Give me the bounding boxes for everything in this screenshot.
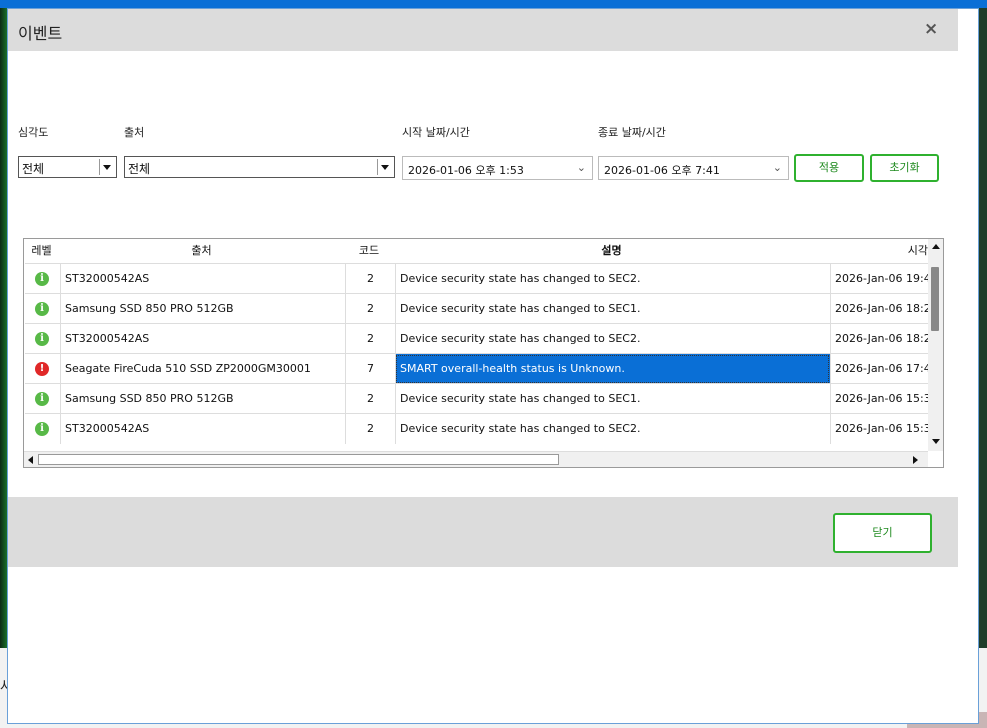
horizontal-scroll-thumb[interactable] xyxy=(38,454,559,465)
source-cell: ST32000542AS xyxy=(60,414,345,444)
code-cell: 2 xyxy=(345,264,395,294)
code-cell: 2 xyxy=(345,294,395,324)
description-cell: Device security state has changed to SEC… xyxy=(395,324,830,354)
column-header-code[interactable]: 코드 xyxy=(344,239,394,263)
dialog-footer: 닫기 xyxy=(8,497,958,567)
table-row[interactable]: i ST32000542AS 2 Device security state has … xyxy=(25,413,929,444)
time-cell: 2026-Jan-06 18:22: xyxy=(830,294,929,324)
close-icon[interactable]: × xyxy=(924,19,938,39)
level-cell: i xyxy=(25,384,60,414)
level-cell: i xyxy=(25,264,60,294)
info-icon: i xyxy=(35,332,49,346)
vertical-scroll-thumb[interactable] xyxy=(931,267,939,331)
source-value: 전체 xyxy=(128,162,151,176)
column-header-source[interactable]: 출처 xyxy=(59,239,344,263)
reset-button[interactable]: 초기화 xyxy=(870,154,939,182)
start-datetime-label: 시작 날짜/시간 xyxy=(402,126,470,139)
level-cell: i xyxy=(25,414,60,444)
info-icon: i xyxy=(35,392,49,406)
start-datetime-value: 2026-01-06 오후 1:53 xyxy=(408,164,524,177)
code-cell: 7 xyxy=(345,354,395,384)
chevron-down-icon[interactable]: ⌄ xyxy=(577,161,586,174)
description-cell: SMART overall-health status is Unknown. xyxy=(395,354,830,384)
error-icon: ! xyxy=(35,362,49,376)
column-header-time[interactable]: 시각 xyxy=(829,239,928,263)
column-header-level[interactable]: 레벨 xyxy=(24,239,59,263)
time-cell: 2026-Jan-06 15:32: xyxy=(830,414,929,444)
scroll-right-icon[interactable] xyxy=(913,456,918,464)
table-row[interactable]: ! Seagate FireCuda 510 SSD ZP2000GM30001 7… xyxy=(25,353,929,384)
source-select[interactable]: 전체 xyxy=(124,156,395,178)
time-cell: 2026-Jan-06 15:32: xyxy=(830,384,929,414)
table-row[interactable]: i Samsung SSD 850 PRO 512GB 2 Device securi… xyxy=(25,293,929,324)
source-label: 출처 xyxy=(124,126,145,139)
time-cell: 2026-Jan-06 19:41: xyxy=(830,264,929,294)
level-cell: i xyxy=(25,294,60,324)
table-row[interactable]: i Samsung SSD 850 PRO 512GB 2 Device securi… xyxy=(25,383,929,414)
background-window-titlebar xyxy=(0,0,987,8)
scroll-up-icon[interactable] xyxy=(932,244,940,249)
end-datetime-picker[interactable]: 2026-01-06 오후 7:41 ⌄ xyxy=(598,156,789,180)
source-cell: Samsung SSD 850 PRO 512GB xyxy=(60,384,345,414)
severity-value: 전체 xyxy=(22,162,45,176)
chevron-down-icon[interactable] xyxy=(99,159,114,175)
dialog-title: 이벤트 xyxy=(18,24,63,43)
vertical-scrollbar[interactable] xyxy=(928,239,943,451)
severity-label: 심각도 xyxy=(18,126,49,139)
code-cell: 2 xyxy=(345,324,395,354)
scroll-down-icon[interactable] xyxy=(932,439,940,444)
source-cell: ST32000542AS xyxy=(60,324,345,354)
description-cell: Device security state has changed to SEC… xyxy=(395,264,830,294)
description-cell: Device security state has changed to SEC… xyxy=(395,384,830,414)
code-cell: 2 xyxy=(345,384,395,414)
chevron-down-icon[interactable]: ⌄ xyxy=(773,161,782,174)
table-row[interactable]: i ST32000542AS 2 Device security state has … xyxy=(25,263,929,294)
scroll-left-icon[interactable] xyxy=(28,456,33,464)
source-cell: Seagate FireCuda 510 SSD ZP2000GM30001 xyxy=(60,354,345,384)
start-datetime-picker[interactable]: 2026-01-06 오후 1:53 ⌄ xyxy=(402,156,593,180)
code-cell: 2 xyxy=(345,414,395,444)
events-dialog: 이벤트 × 심각도 출처 시작 날짜/시간 종료 날짜/시간 전체 전체 202… xyxy=(7,8,979,724)
description-cell: Device security state has changed to SEC… xyxy=(395,294,830,324)
chevron-down-icon[interactable] xyxy=(377,159,392,175)
source-cell: ST32000542AS xyxy=(60,264,345,294)
severity-select[interactable]: 전체 xyxy=(18,156,117,178)
close-button[interactable]: 닫기 xyxy=(833,513,932,553)
info-icon: i xyxy=(35,302,49,316)
dialog-titlebar: 이벤트 × xyxy=(8,9,958,51)
time-cell: 2026-Jan-06 17:49: xyxy=(830,354,929,384)
source-cell: Samsung SSD 850 PRO 512GB xyxy=(60,294,345,324)
time-cell: 2026-Jan-06 18:22: xyxy=(830,324,929,354)
info-icon: i xyxy=(35,422,49,436)
events-table[interactable]: 레벨 출처 코드 설명 시각 i ST32000542AS 2 Device secu… xyxy=(23,238,944,468)
horizontal-scrollbar[interactable] xyxy=(24,451,928,467)
apply-button[interactable]: 적용 xyxy=(794,154,864,182)
info-icon: i xyxy=(35,272,49,286)
end-datetime-label: 종료 날짜/시간 xyxy=(598,126,666,139)
end-datetime-value: 2026-01-06 오후 7:41 xyxy=(604,164,720,177)
description-cell: Device security state has changed to SEC… xyxy=(395,414,830,444)
level-cell: i xyxy=(25,324,60,354)
column-header-description[interactable]: 설명 xyxy=(394,239,829,263)
table-row[interactable]: i ST32000542AS 2 Device security state has … xyxy=(25,323,929,354)
level-cell: ! xyxy=(25,354,60,384)
